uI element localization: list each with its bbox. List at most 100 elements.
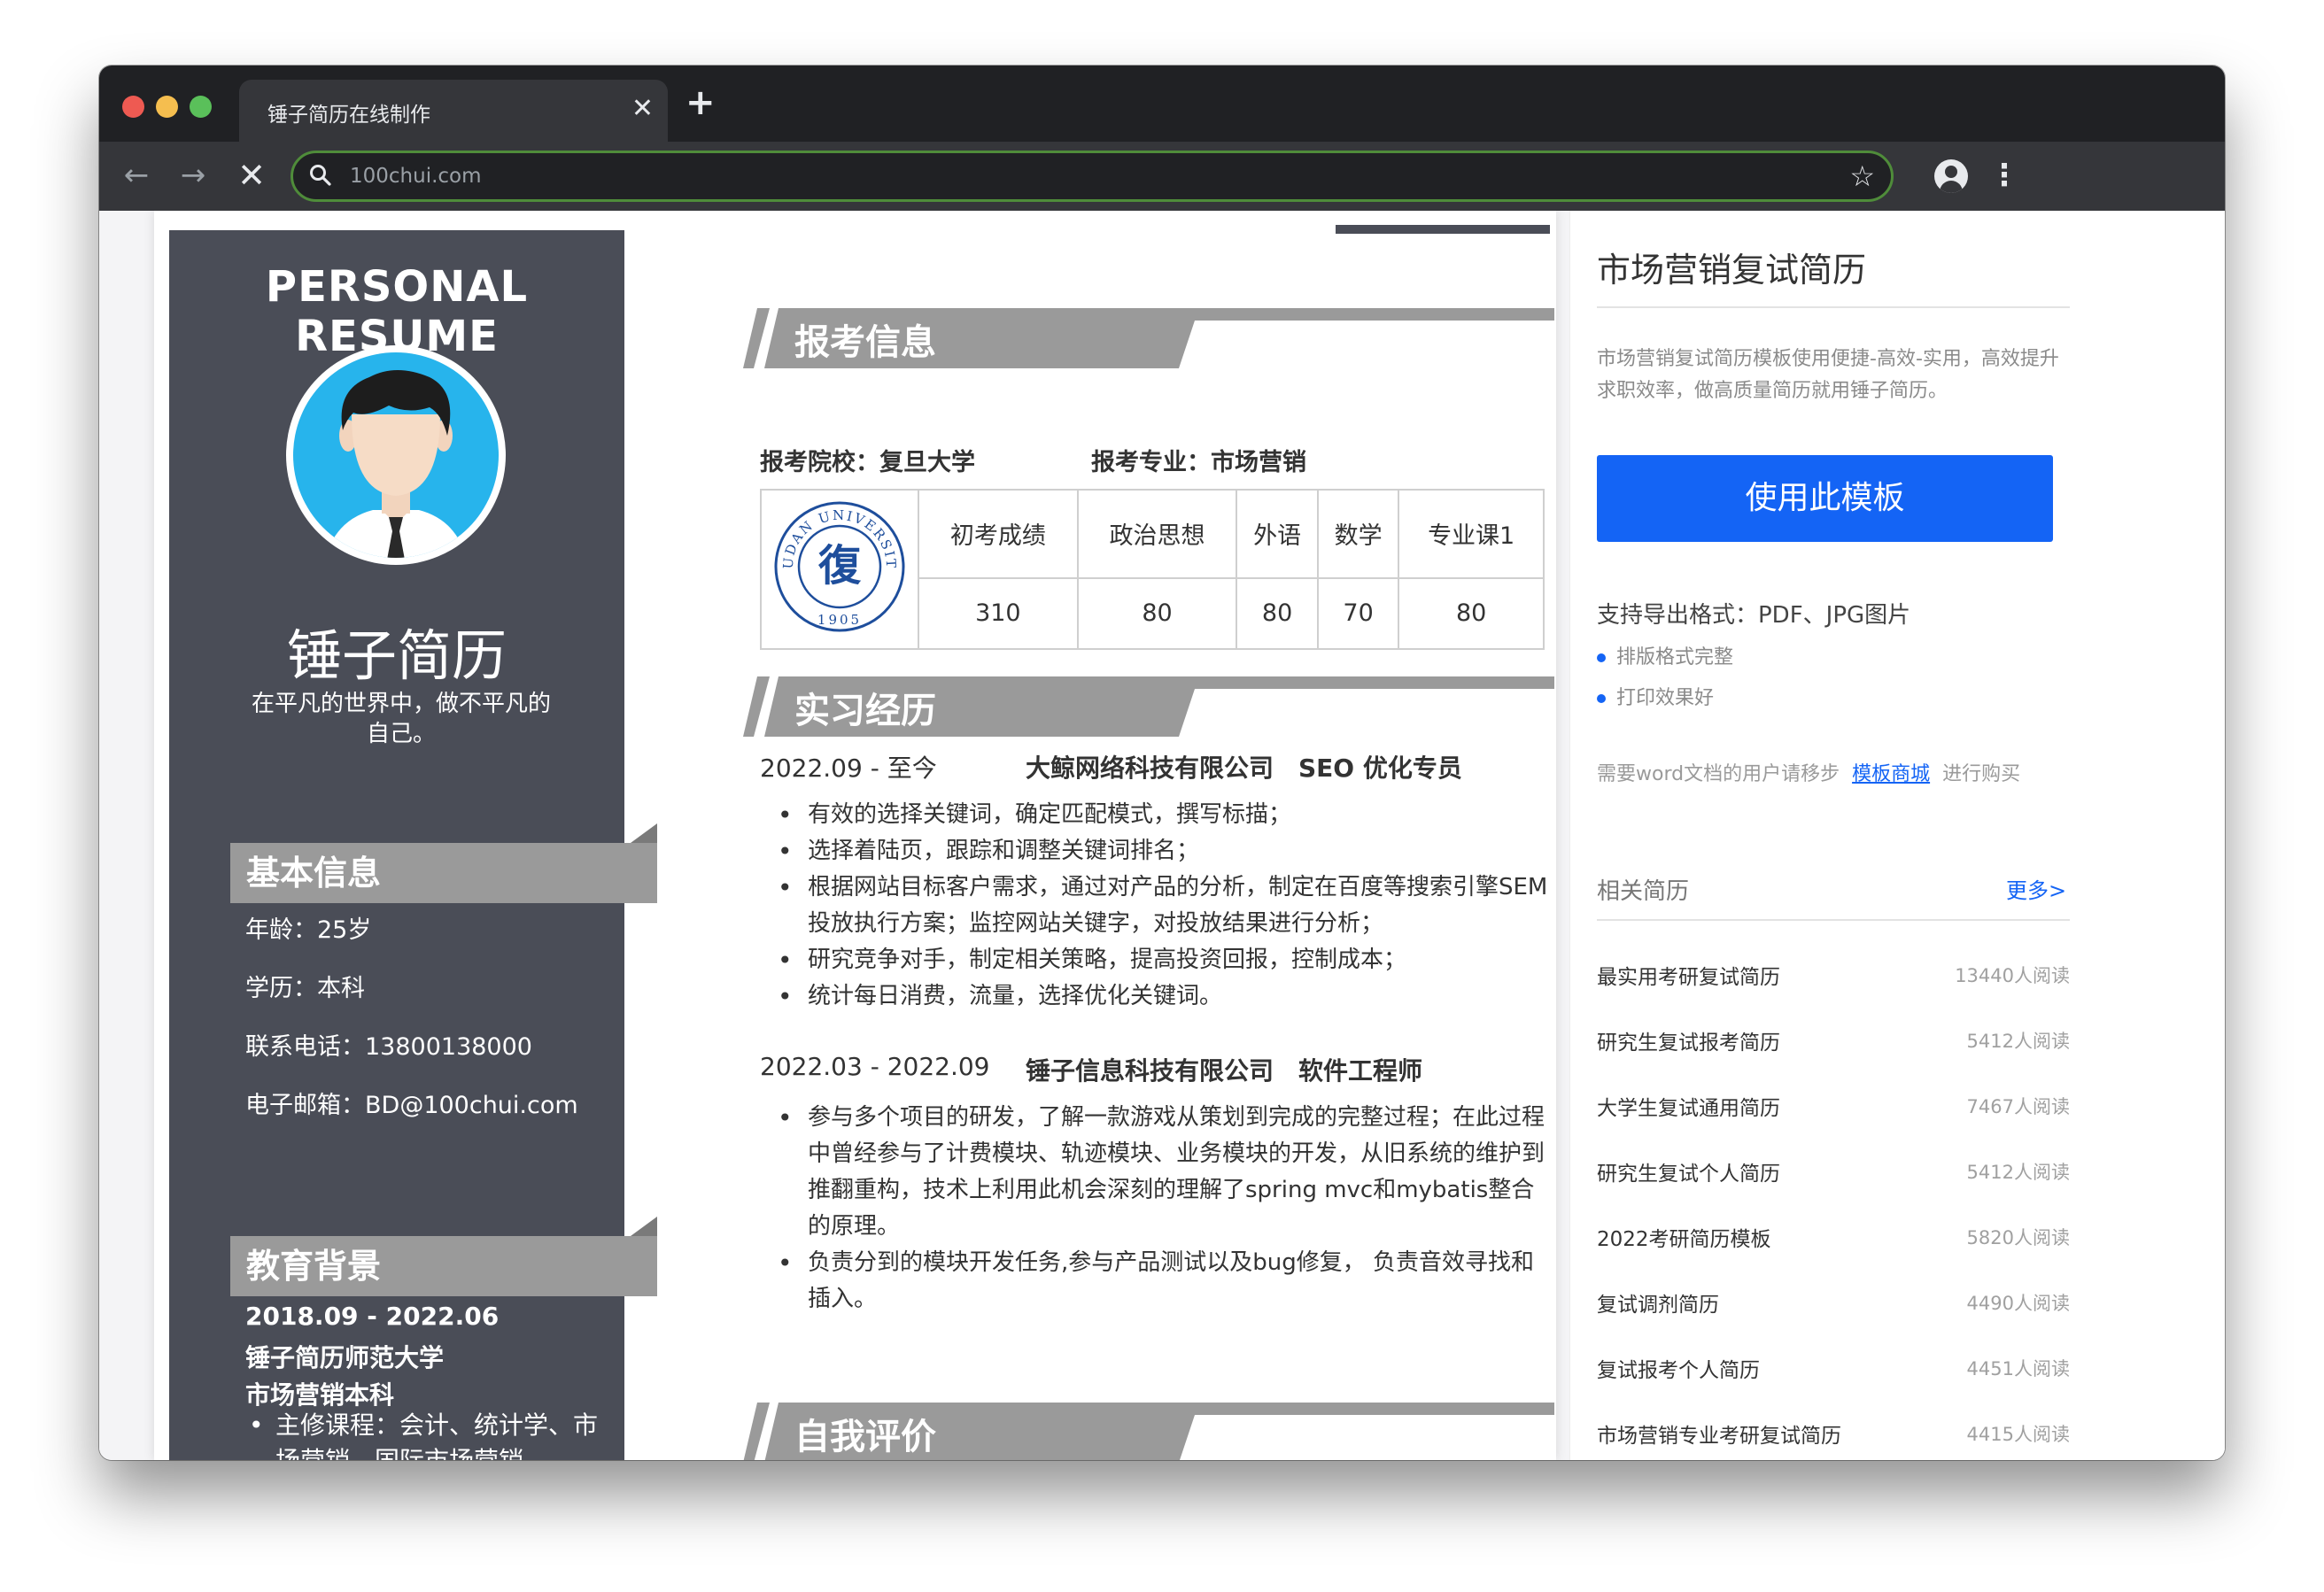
education-courses-text: 主修课程：会计、统计学、市场营销、国际市场营销 <box>275 1410 599 1460</box>
list-item: 参与多个项目的研发，了解一款游戏从策划到完成的完整过程；在此过程中曾经参与了计费… <box>774 1100 1553 1245</box>
fudan-logo-cell: FUDAN UNIVERSITY 復 1905 <box>760 488 919 650</box>
score-header-row: FUDAN UNIVERSITY 復 1905 初考成绩 政治思想 外语 数学 … <box>760 488 1545 650</box>
list-item: 选择着陆页，跟踪和调整关键词排名； <box>774 833 1553 869</box>
related-item-title[interactable]: 2022考研简历模板 <box>1597 1222 1771 1252</box>
info-age: 年龄：25岁 <box>245 916 372 944</box>
logo-year: 1905 <box>817 612 862 628</box>
stop-loading-icon[interactable]: ✕ <box>232 156 271 195</box>
more-link[interactable]: 更多> <box>2006 873 2066 904</box>
score-col-math: 数学 <box>1316 489 1400 579</box>
related-item-reads: 5820人阅读 <box>1966 1227 2070 1248</box>
related-item[interactable]: 复试调剂简历 4490人阅读 <box>1597 1287 2070 1323</box>
browser-window: 锤子简历在线制作 ✕ + ← → ✕ 100chui.com ☆ ⋮ PERSO… <box>99 66 2225 1460</box>
info-phone: 联系电话：13800138000 <box>245 1033 532 1061</box>
related-item[interactable]: 大学生复试通用简历 7467人阅读 <box>1597 1091 2070 1126</box>
forward-arrow-icon[interactable]: → <box>174 156 213 195</box>
new-tab-icon[interactable]: + <box>686 85 716 120</box>
browser-toolbar: ← → ✕ 100chui.com ☆ ⋮ <box>99 142 2225 211</box>
related-item-title[interactable]: 研究生复试报考简历 <box>1597 1025 1780 1055</box>
tab-close-icon[interactable]: ✕ <box>631 96 654 122</box>
resume-top-decoration <box>1336 225 1550 234</box>
related-item[interactable]: 研究生复试报考简历 5412人阅读 <box>1597 1025 2070 1061</box>
related-item-title[interactable]: 复试报考个人简历 <box>1597 1353 1760 1383</box>
info-education: 学历：本科 <box>245 975 365 1002</box>
related-item-title[interactable]: 市场营销专业考研复试简历 <box>1597 1418 1841 1449</box>
basic-info-heading: 基本信息 <box>230 823 657 903</box>
word-note-prefix: 需要word文档的用户请移步 <box>1597 763 1840 785</box>
fudan-logo-icon: FUDAN UNIVERSITY 復 1905 <box>767 488 905 631</box>
related-item-title[interactable]: 复试调剂简历 <box>1597 1287 1719 1318</box>
related-item-title[interactable]: 大学生复试通用简历 <box>1597 1091 1780 1121</box>
self-eval-section-heading: 自我评价 <box>743 1403 1554 1460</box>
profile-avatar-icon[interactable] <box>1934 159 1968 193</box>
related-item[interactable]: 2022考研简历模板 5820人阅读 <box>1597 1222 2070 1257</box>
education-major: 市场营销本科 <box>245 1380 395 1410</box>
divider <box>1597 919 2070 921</box>
tab-title: 锤子简历在线制作 <box>267 104 430 127</box>
score-col-politics: 政治思想 <box>1076 489 1238 579</box>
related-resumes-title: 相关简历 <box>1597 878 1690 905</box>
use-template-button[interactable]: 使用此模板 <box>1597 455 2053 542</box>
score-language: 80 <box>1236 576 1319 651</box>
export-formats: 支持导出格式：PDF、JPG图片 <box>1597 602 1911 629</box>
related-item[interactable]: 研究生复试个人简历 5412人阅读 <box>1597 1156 2070 1192</box>
back-arrow-icon[interactable]: ← <box>117 156 156 195</box>
job2-date: 2022.03 - 2022.09 <box>760 1052 990 1081</box>
close-window-button[interactable] <box>122 96 144 118</box>
search-icon <box>310 165 331 186</box>
list-item: 统计每日消费，流量，选择优化关键词。 <box>774 978 1553 1015</box>
related-item-reads: 5412人阅读 <box>1966 1162 2070 1183</box>
internship-section-heading: 实习经历 <box>743 676 1554 738</box>
score-table: FUDAN UNIVERSITY 復 1905 初考成绩 政治思想 外语 数学 … <box>760 488 1545 651</box>
related-item-reads: 4415人阅读 <box>1966 1424 2070 1445</box>
feature-label: 打印效果好 <box>1616 687 1715 709</box>
template-store-link[interactable]: 模板商城 <box>1852 763 1930 785</box>
resume-name: 锤子简历 <box>286 623 507 688</box>
related-item-reads: 5412人阅读 <box>1966 1031 2070 1052</box>
job2-company: 锤子信息科技有限公司 软件工程师 <box>1026 1056 1423 1086</box>
menu-kebab-icon[interactable]: ⋮ <box>1989 156 2019 195</box>
education-school: 锤子简历师范大学 <box>245 1343 445 1372</box>
education-heading-text: 教育背景 <box>246 1247 382 1286</box>
word-note-suffix: 进行购买 <box>1942 763 2021 785</box>
education-heading: 教育背景 <box>230 1217 657 1296</box>
resume-left-column: PERSONAL RESUME 锤子简历 在平凡的世界中，做不平凡的自己。 基本… <box>169 230 657 1460</box>
score-col-major1: 专业课1 <box>1398 489 1545 579</box>
url-text[interactable]: 100chui.com <box>350 165 482 188</box>
job1-company: 大鲸网络科技有限公司 SEO 优化专员 <box>1026 753 1462 783</box>
browser-tab[interactable]: 锤子简历在线制作 ✕ <box>239 80 668 142</box>
list-item: 研究竞争对手，制定相关策略，提高投资回报，控制成本； <box>774 942 1553 978</box>
list-item: 根据网站目标客户需求，通过对产品的分析，制定在百度等搜索引擎SEM投放执行方案；… <box>774 869 1553 942</box>
score-col-language: 外语 <box>1236 489 1319 579</box>
related-item-title[interactable]: 研究生复试个人简历 <box>1597 1156 1780 1186</box>
job2-duties: 参与多个项目的研发，了解一款游戏从策划到完成的完整过程；在此过程中曾经参与了计费… <box>774 1100 1553 1318</box>
related-item-title[interactable]: 最实用考研复试简历 <box>1597 960 1780 990</box>
job1-date: 2022.09 - 至今 <box>760 753 937 783</box>
score-total: 310 <box>918 576 1079 651</box>
exam-school: 报考院校：复旦大学 <box>760 449 975 476</box>
avatar-icon <box>286 345 506 565</box>
related-item[interactable]: 市场营销专业考研复试简历 4415人阅读 <box>1597 1418 2070 1454</box>
related-item[interactable]: 复试报考个人简历 4451人阅读 <box>1597 1353 2070 1388</box>
address-bar[interactable]: 100chui.com ☆ <box>290 151 1894 202</box>
minimize-window-button[interactable] <box>156 96 178 118</box>
bookmark-star-icon[interactable]: ☆ <box>1849 158 1875 194</box>
score-col-total: 初考成绩 <box>918 489 1079 579</box>
logo-char: 復 <box>817 541 862 591</box>
job1-duties: 有效的选择关键词，确定匹配模式，撰写标描； 选择着陆页，跟踪和调整关键词排名； … <box>774 797 1553 1015</box>
related-item-reads: 4451人阅读 <box>1966 1358 2070 1379</box>
divider <box>1597 306 2070 308</box>
feature-item: 打印效果好 <box>1597 682 1714 710</box>
related-item[interactable]: 最实用考研复试简历 13440人阅读 <box>1597 960 2070 995</box>
page-viewport: PERSONAL RESUME 锤子简历 在平凡的世界中，做不平凡的自己。 基本… <box>99 211 2225 1460</box>
maximize-window-button[interactable] <box>190 96 212 118</box>
bullet-dot-icon <box>1597 694 1606 703</box>
basic-info-heading-text: 基本信息 <box>246 854 382 893</box>
score-math: 70 <box>1316 576 1400 651</box>
bullet-dot-icon <box>1597 653 1606 662</box>
resume-preview: PERSONAL RESUME 锤子简历 在平凡的世界中，做不平凡的自己。 基本… <box>154 211 1556 1460</box>
related-item-reads: 13440人阅读 <box>1955 965 2070 986</box>
self-eval-heading-text: 自我评价 <box>794 1417 936 1457</box>
list-item: 有效的选择关键词，确定匹配模式，撰写标描； <box>774 797 1553 833</box>
score-politics: 80 <box>1076 576 1238 651</box>
